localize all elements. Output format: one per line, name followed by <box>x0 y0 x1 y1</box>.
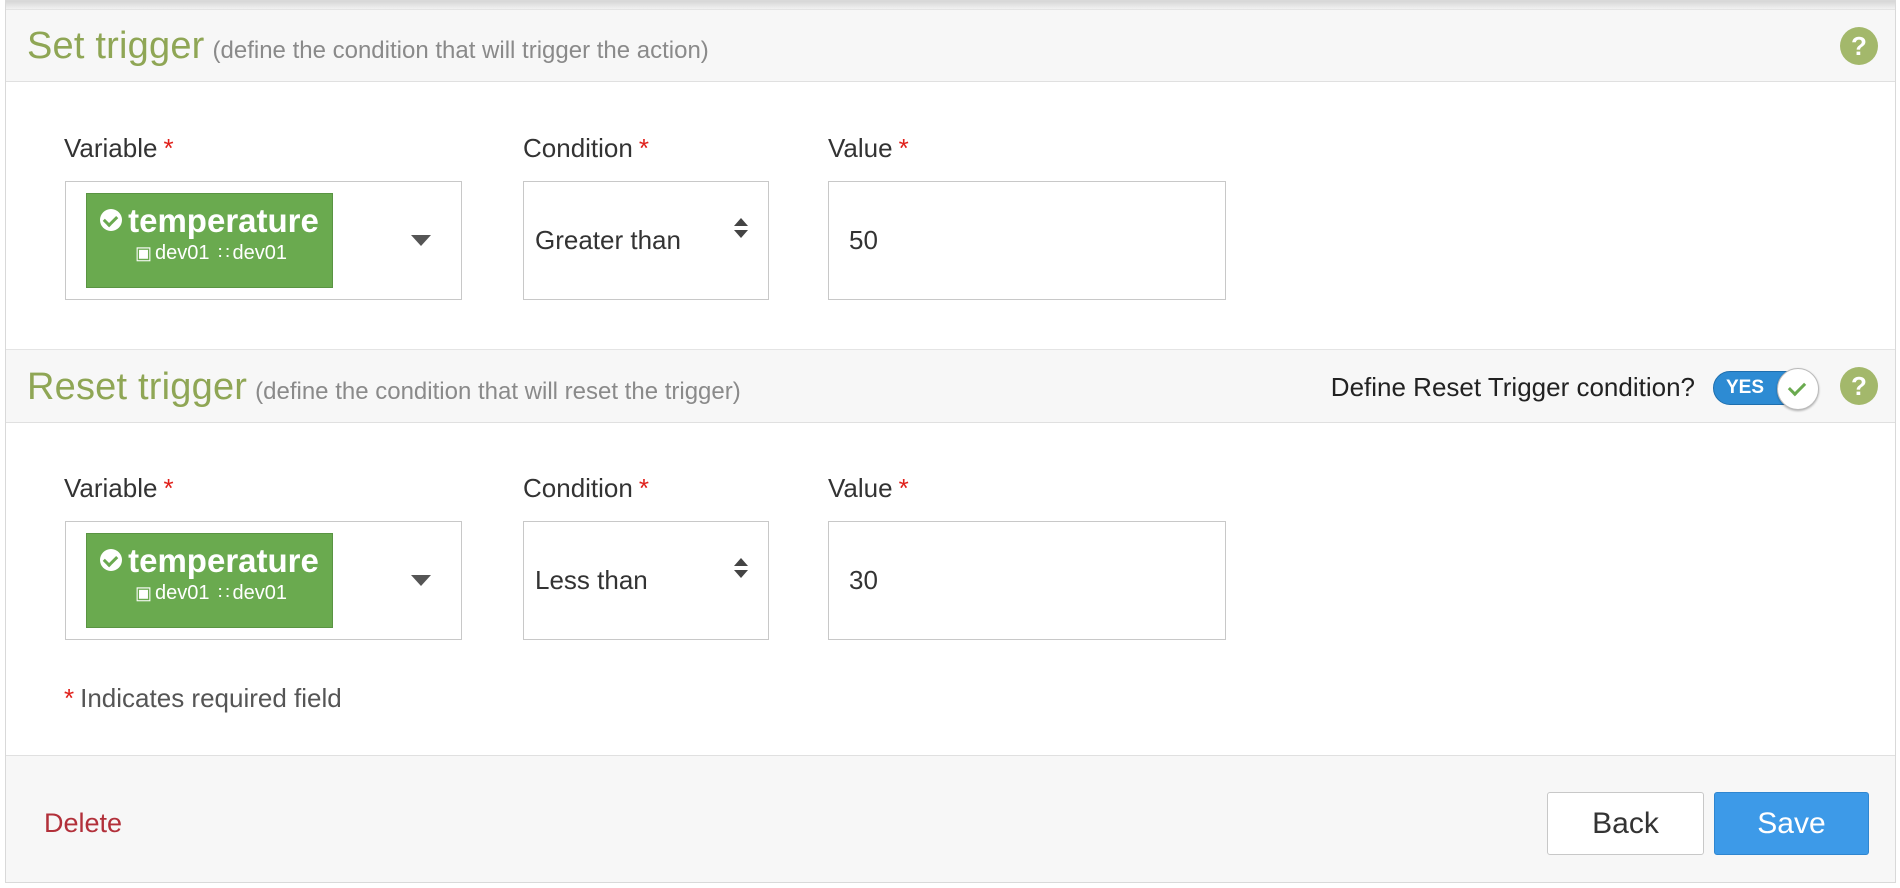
help-icon[interactable]: ? <box>1840 27 1878 65</box>
required-asterisk: * <box>64 683 75 713</box>
back-button[interactable]: Back <box>1547 792 1704 855</box>
reset-condition-select[interactable]: Less than <box>523 521 769 640</box>
required-asterisk: * <box>638 473 649 503</box>
variable-source: dev01 <box>232 582 288 604</box>
check-circle-icon <box>100 209 123 232</box>
set-variable-select[interactable]: temperature ▣ dev01 ∷ dev01 <box>65 181 462 300</box>
value-label: Value * <box>828 133 909 164</box>
toggle-check-icon <box>1777 368 1819 410</box>
condition-value: Less than <box>535 565 648 595</box>
required-note-text: Indicates required field <box>80 683 342 713</box>
variable-label: Variable * <box>64 133 174 164</box>
variable-chip: temperature ▣ dev01 ∷ dev01 <box>86 193 333 288</box>
sort-arrows-icon <box>734 218 748 242</box>
check-circle-icon <box>100 549 123 572</box>
trigger-form: Set trigger (define the condition that wi… <box>5 0 1896 883</box>
variable-label-text: Variable <box>64 133 158 163</box>
reset-variable-select[interactable]: temperature ▣ dev01 ∷ dev01 <box>65 521 462 640</box>
condition-label-text: Condition <box>523 473 633 503</box>
reset-trigger-subtitle: (define the condition that will reset th… <box>255 378 741 405</box>
condition-value: Greater than <box>535 225 681 255</box>
reset-trigger-title: Reset trigger (define the condition that … <box>27 366 741 409</box>
set-trigger-heading: Set trigger <box>27 25 205 67</box>
reset-trigger-header: Reset trigger (define the condition that … <box>6 349 1895 423</box>
required-asterisk: * <box>898 133 909 163</box>
required-asterisk: * <box>163 473 174 503</box>
condition-label: Condition * <box>523 473 649 504</box>
variable-label: Variable * <box>64 473 174 504</box>
dropdown-caret-icon[interactable] <box>411 235 431 246</box>
value-label-text: Value <box>828 133 893 163</box>
variable-name: temperature <box>128 202 319 239</box>
reset-trigger-toggle[interactable]: YES <box>1713 368 1819 410</box>
reset-trigger-heading: Reset trigger <box>27 366 248 408</box>
device-icon: ▣ <box>134 243 152 263</box>
required-asterisk: * <box>163 133 174 163</box>
variable-device: dev01 <box>155 582 210 604</box>
help-icon[interactable]: ? <box>1840 367 1878 405</box>
form-footer: Delete Back Save <box>6 755 1895 882</box>
set-trigger-title: Set trigger (define the condition that wi… <box>27 25 709 68</box>
save-button[interactable]: Save <box>1714 792 1869 855</box>
value-label: Value * <box>828 473 909 504</box>
feed-icon: ∷ <box>218 243 230 263</box>
set-condition-select[interactable]: Greater than <box>523 181 769 300</box>
reset-value-input[interactable] <box>828 521 1226 640</box>
variable-source: dev01 <box>232 242 288 264</box>
condition-label: Condition * <box>523 133 649 164</box>
sort-arrows-icon <box>734 558 748 582</box>
value-label-text: Value <box>828 473 893 503</box>
toggle-state: YES <box>1726 377 1765 398</box>
variable-device: dev01 <box>155 242 210 264</box>
condition-label-text: Condition <box>523 133 633 163</box>
dropdown-caret-icon[interactable] <box>411 575 431 586</box>
required-field-note: * Indicates required field <box>64 683 342 714</box>
variable-label-text: Variable <box>64 473 158 503</box>
required-asterisk: * <box>638 133 649 163</box>
feed-icon: ∷ <box>218 583 230 603</box>
variable-chip: temperature ▣ dev01 ∷ dev01 <box>86 533 333 628</box>
set-trigger-header: Set trigger (define the condition that wi… <box>6 9 1895 82</box>
required-asterisk: * <box>898 473 909 503</box>
set-trigger-subtitle: (define the condition that will trigger … <box>212 37 709 64</box>
set-value-input[interactable] <box>828 181 1226 300</box>
device-icon: ▣ <box>134 583 152 603</box>
reset-toggle-label: Define Reset Trigger condition? <box>1330 372 1695 402</box>
delete-link[interactable]: Delete <box>44 808 122 839</box>
variable-name: temperature <box>128 542 319 579</box>
